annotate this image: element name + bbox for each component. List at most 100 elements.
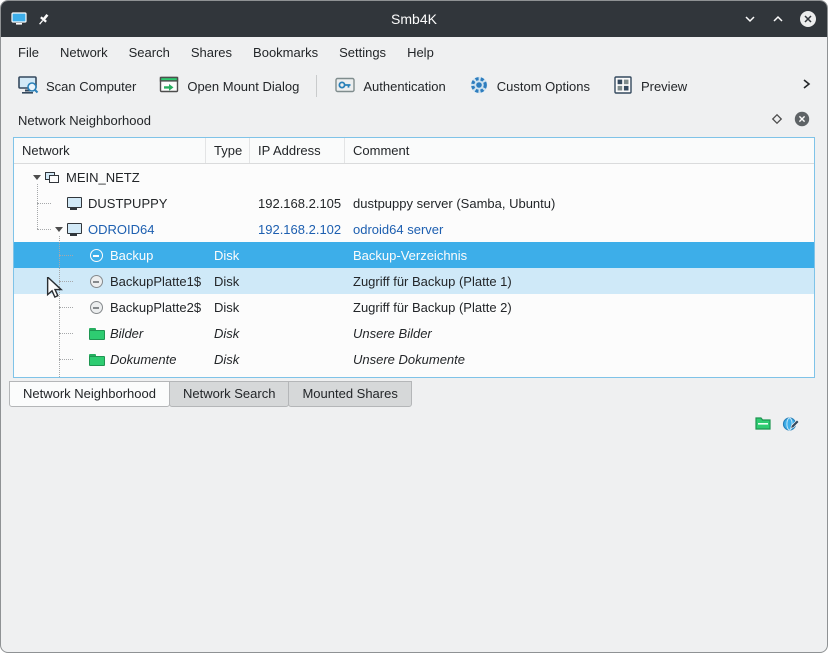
custom-options-icon [468,74,490,99]
comment-cell: Unsere Dokumente [345,352,814,367]
close-button[interactable] [799,10,817,28]
comment-cell: Unsere Bilder [345,326,814,341]
item-name: ODROID64 [88,222,154,237]
titlebar: Smb4K [1,1,827,37]
statusbar [1,407,827,653]
scan-computer-button[interactable]: Scan Computer [9,70,144,103]
authentication-button[interactable]: Authentication [326,70,453,103]
titlebar-left [11,11,121,27]
close-dock-icon[interactable] [794,111,810,130]
menu-settings[interactable]: Settings [330,41,395,64]
tree-guide-line [37,184,38,229]
tab-label: Mounted Shares [302,386,397,401]
tree-rows: MEIN_NETZ DUSTPUPPY [14,164,814,377]
share-icon [88,273,104,289]
float-dock-icon[interactable] [771,113,783,128]
tree-row-backup[interactable]: Backup Disk Backup-Verzeichnis [14,242,814,268]
chevron-right-icon [799,78,813,95]
share-icon [88,247,104,263]
ip-address-cell: 192.168.2.105 [250,196,345,211]
toolbar-overflow-button[interactable] [793,73,819,100]
comment-cell: odroid64 server [345,222,814,237]
menubar: File Network Search Shares Bookmarks Set… [1,37,827,67]
tree-row-bilder[interactable]: Bilder Disk Unsere Bilder [14,320,814,346]
minimize-button[interactable] [743,12,757,26]
tree-row-dokumente[interactable]: Dokumente Disk Unsere Dokumente [14,346,814,372]
workgroup-icon [44,169,60,185]
expand-arrow-icon[interactable] [30,171,44,184]
tree-row-backupplatte2[interactable]: BackupPlatte2$ Disk Zugriff für Backup (… [14,294,814,320]
tree-row-list: MEIN_NETZ DUSTPUPPY [14,164,814,377]
tree-header: Network Type IP Address Comment [14,138,814,164]
column-header-type[interactable]: Type [206,138,250,163]
network-cell: DUSTPUPPY [14,195,206,211]
share-mounted-icon [88,325,104,341]
menu-file[interactable]: File [9,41,48,64]
custom-options-label: Custom Options [497,79,590,94]
menu-bookmarks[interactable]: Bookmarks [244,41,327,64]
open-mount-dialog-label: Open Mount Dialog [187,79,299,94]
bottom-tabbar: Network Neighborhood Network Search Moun… [9,381,827,407]
toolbar-separator [316,75,317,97]
preview-button[interactable]: Preview [604,70,695,103]
share-mounted-icon [88,351,104,367]
window-title: Smb4K [121,11,707,27]
app-icon [11,11,27,27]
network-status-icon [782,414,800,432]
menu-search[interactable]: Search [120,41,179,64]
tab-mounted-shares[interactable]: Mounted Shares [288,381,411,407]
dock-header-buttons [771,111,810,130]
dock-header: Network Neighborhood [1,105,827,135]
item-name: BackupPlatte2$ [110,300,201,315]
scan-computer-icon [17,74,39,99]
item-name: DUSTPUPPY [88,196,167,211]
tree-row-dustpuppy[interactable]: DUSTPUPPY 192.168.2.105 dustpuppy server… [14,190,814,216]
mounted-share-status-icon [754,414,772,432]
tree-row-hoerbuecher[interactable]: Hoerbuecher Disk Alexanders Hörbüchersam… [14,372,814,377]
open-mount-dialog-button[interactable]: Open Mount Dialog [150,70,307,103]
type-cell: Disk [206,352,250,367]
network-cell: Backup [14,247,206,263]
pin-icon[interactable] [36,12,51,27]
authentication-icon [334,74,356,99]
host-icon [66,195,82,211]
type-cell: Disk [206,274,250,289]
expand-arrow-icon[interactable] [52,223,66,236]
comment-cell: Zugriff für Backup (Platte 2) [345,300,814,315]
dock-title: Network Neighborhood [18,113,151,128]
item-name: Dokumente [110,352,176,367]
column-header-network[interactable]: Network [14,138,206,163]
share-icon [88,299,104,315]
network-neighborhood-panel: Network Type IP Address Comment MEIN_NET… [13,137,815,378]
tab-network-neighborhood[interactable]: Network Neighborhood [9,381,170,407]
network-cell: ODROID64 [14,221,206,237]
comment-cell: Backup-Verzeichnis [345,248,814,263]
ip-address-cell: 192.168.2.102 [250,222,345,237]
tree-guide-line [59,236,60,377]
tree-row-backupplatte1[interactable]: BackupPlatte1$ Disk Zugriff für Backup (… [14,268,814,294]
network-cell: Dokumente [14,351,206,367]
maximize-button[interactable] [771,12,785,26]
network-cell: Bilder [14,325,206,341]
tree-row-odroid64[interactable]: ODROID64 192.168.2.102 odroid64 server [14,216,814,242]
host-icon [66,221,82,237]
column-header-ip-address[interactable]: IP Address [250,138,345,163]
tree-row-mein-netz[interactable]: MEIN_NETZ [14,164,814,190]
toolbar: Scan Computer Open Mount Dialog Authenti… [1,67,827,105]
network-cell: BackupPlatte1$ [14,273,206,289]
item-name: Bilder [110,326,143,341]
mouse-cursor [46,277,65,299]
tab-label: Network Neighborhood [23,386,156,401]
column-header-comment[interactable]: Comment [345,138,814,163]
type-cell: Disk [206,326,250,341]
type-cell: Disk [206,248,250,263]
custom-options-button[interactable]: Custom Options [460,70,598,103]
scan-computer-label: Scan Computer [46,79,136,94]
tab-network-search[interactable]: Network Search [169,381,289,407]
network-cell: MEIN_NETZ [14,169,206,185]
menu-shares[interactable]: Shares [182,41,241,64]
menu-help[interactable]: Help [398,41,443,64]
menu-network[interactable]: Network [51,41,117,64]
preview-icon [612,74,634,99]
mount-dialog-icon [158,74,180,99]
